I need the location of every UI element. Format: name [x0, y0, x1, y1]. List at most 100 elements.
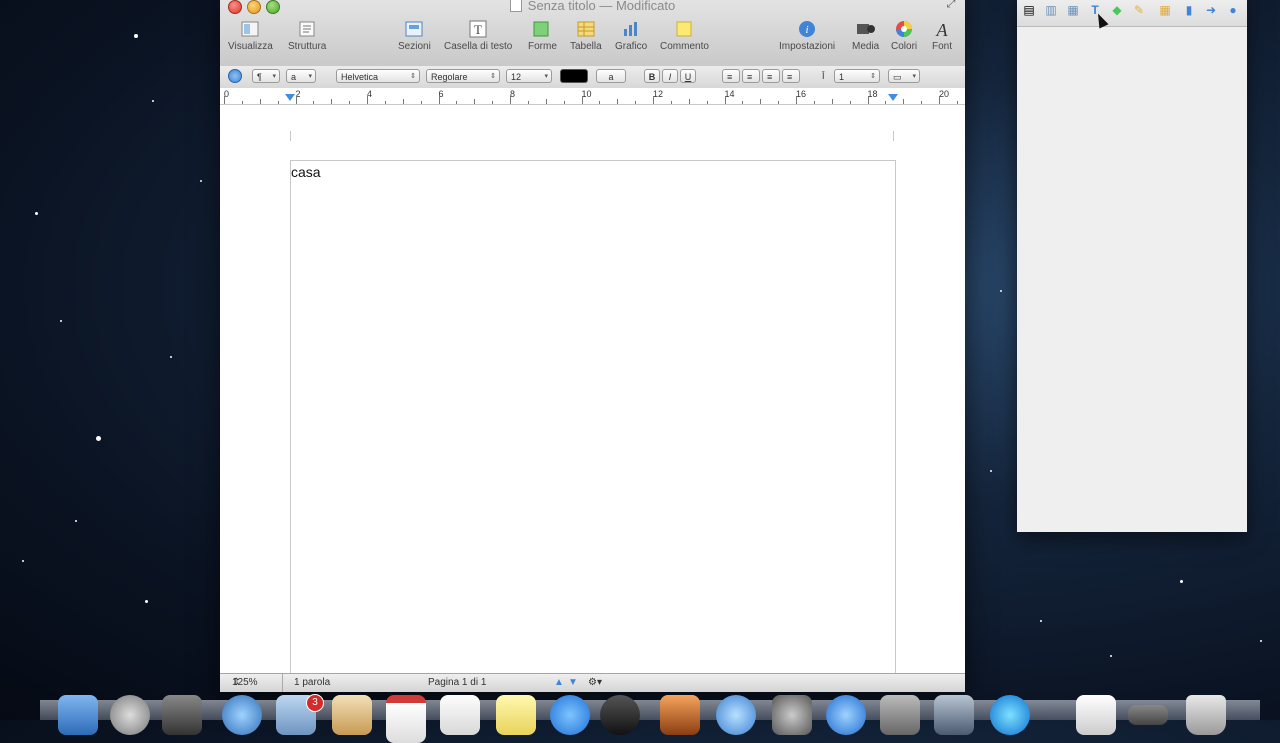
svg-text:A: A	[936, 20, 949, 38]
italic-button[interactable]: I	[662, 69, 678, 83]
ruler-tick	[813, 101, 815, 104]
safari-icon[interactable]	[222, 695, 262, 735]
ruler-tick	[581, 96, 583, 104]
stepper-icon: ⇕	[410, 73, 416, 80]
text-area[interactable]: casa	[290, 160, 896, 681]
reminders-icon[interactable]	[440, 695, 480, 735]
wrap-inspector-icon[interactable]: ▦	[1065, 2, 1081, 18]
chart-icon	[621, 20, 641, 38]
style-drawer-toggle[interactable]	[228, 69, 242, 83]
document-stack-icon[interactable]	[1076, 695, 1116, 735]
calendar-icon[interactable]	[386, 695, 426, 743]
system-preferences-icon[interactable]	[880, 695, 920, 735]
trash-icon[interactable]	[1186, 695, 1226, 735]
font-style-select[interactable]: Regolare ⇕	[426, 69, 500, 83]
italic-label: I	[668, 72, 672, 82]
ruler-tick	[885, 101, 887, 104]
left-indent-marker[interactable]	[285, 94, 295, 101]
tabella-button[interactable]: Tabella	[570, 20, 602, 52]
ruler-tick	[956, 101, 958, 104]
visualizza-button[interactable]: Visualizza	[228, 20, 273, 52]
font-button[interactable]: A Font	[932, 20, 952, 52]
highlight-value: a	[608, 72, 614, 82]
facetime-icon[interactable]	[600, 695, 640, 735]
notes-icon[interactable]	[496, 695, 536, 735]
font-size-value: 12	[511, 72, 522, 82]
ruler-tick	[545, 99, 547, 104]
media-label: Media	[852, 41, 880, 52]
inspector-toolbar: ▤ ▥ ▦ T ◆ ✎ ▦ ▮ ➜ ●	[1017, 0, 1247, 27]
pages-dock-icon[interactable]	[772, 695, 812, 735]
impostazioni-button[interactable]: i Impostazioni	[779, 20, 835, 52]
forme-button[interactable]: Forme	[528, 20, 557, 52]
document-text[interactable]: casa	[291, 164, 321, 180]
iphoto-icon[interactable]	[660, 695, 700, 735]
zoom-select[interactable]: 125% ⇕	[232, 674, 258, 692]
preview-icon[interactable]	[934, 695, 974, 735]
grafico-button[interactable]: Grafico	[615, 20, 647, 52]
link-inspector-icon[interactable]: ➜	[1203, 2, 1219, 18]
sezioni-button[interactable]: Sezioni	[398, 20, 431, 52]
struttura-button[interactable]: Struttura	[288, 20, 326, 52]
ruler-tick	[456, 101, 458, 104]
itunes-icon[interactable]	[716, 695, 756, 735]
messages-icon[interactable]	[550, 695, 590, 735]
youtube-icon[interactable]	[990, 695, 1030, 735]
quicktime-inspector-icon[interactable]: ●	[1225, 2, 1241, 18]
ruler-tick	[224, 96, 225, 104]
align-center-icon: ≡	[747, 72, 753, 82]
ruler-tick	[384, 101, 386, 104]
ruler-tick	[670, 101, 672, 104]
page-up-icon[interactable]: ▲	[554, 674, 564, 692]
ruler-tick	[527, 101, 529, 104]
chart-inspector-icon[interactable]: ▮	[1181, 2, 1197, 18]
columns-select[interactable]: ▭ ▾	[888, 69, 920, 83]
page-down-icon[interactable]: ▼	[568, 674, 578, 692]
shapes-icon	[532, 20, 552, 38]
character-style-select[interactable]: a ▾	[286, 69, 316, 83]
ruler-tick	[688, 99, 690, 104]
ruler-tick	[492, 101, 494, 104]
app-store-icon[interactable]	[826, 695, 866, 735]
underline-button[interactable]: U	[680, 69, 696, 83]
colori-button[interactable]: Colori	[891, 20, 917, 52]
line-spacing-field[interactable]: 1 ⇕	[834, 69, 880, 83]
contacts-icon[interactable]	[332, 695, 372, 735]
document-canvas[interactable]: casa	[220, 105, 965, 681]
casella-di-testo-button[interactable]: T Casella di testo	[444, 20, 512, 52]
horizontal-ruler[interactable]: 0 2 4 6 8 10 12 14 16 18 20	[220, 88, 965, 105]
font-label: Font	[932, 41, 953, 52]
ruler-tick	[742, 101, 744, 104]
window-title-text: Senza titolo	[527, 0, 596, 13]
mission-control-icon[interactable]	[162, 695, 202, 735]
colori-label: Colori	[891, 41, 918, 52]
notification-badge: 3	[306, 694, 324, 712]
highlight-color-button[interactable]: a	[596, 69, 626, 83]
commento-button[interactable]: Commento	[660, 20, 709, 52]
font-size-field[interactable]: 12 ▾	[506, 69, 552, 83]
finder-icon[interactable]	[58, 695, 98, 735]
metrics-inspector-icon[interactable]: ✎	[1131, 2, 1147, 18]
table-inspector-icon[interactable]: ▦	[1157, 2, 1173, 18]
justify-button[interactable]: ≡	[782, 69, 800, 83]
gear-icon[interactable]: ⚙▾	[588, 674, 602, 692]
ruler-number: 18	[867, 89, 878, 99]
layout-inspector-icon[interactable]: ▥	[1043, 2, 1059, 18]
svg-text:T: T	[474, 22, 482, 37]
media-button[interactable]: Media	[852, 20, 879, 52]
align-right-button[interactable]: ≡	[762, 69, 780, 83]
font-family-select[interactable]: Helvetica ⇕	[336, 69, 420, 83]
paragraph-style-value: ¶	[257, 72, 262, 82]
launchpad-icon[interactable]	[110, 695, 150, 735]
graphic-inspector-icon[interactable]: ◆	[1109, 2, 1125, 18]
bold-button[interactable]: B	[644, 69, 660, 83]
svg-text:i: i	[806, 24, 809, 36]
downloads-stack-icon[interactable]	[1128, 705, 1168, 725]
text-color-well[interactable]	[560, 69, 588, 83]
chevron-down-icon: ▾	[272, 73, 276, 80]
paragraph-style-select[interactable]: ¶ ▾	[252, 69, 280, 83]
document-inspector-icon[interactable]: ▤	[1021, 2, 1037, 18]
right-indent-marker[interactable]	[888, 94, 898, 101]
align-left-button[interactable]: ≡	[722, 69, 740, 83]
align-center-button[interactable]: ≡	[742, 69, 760, 83]
